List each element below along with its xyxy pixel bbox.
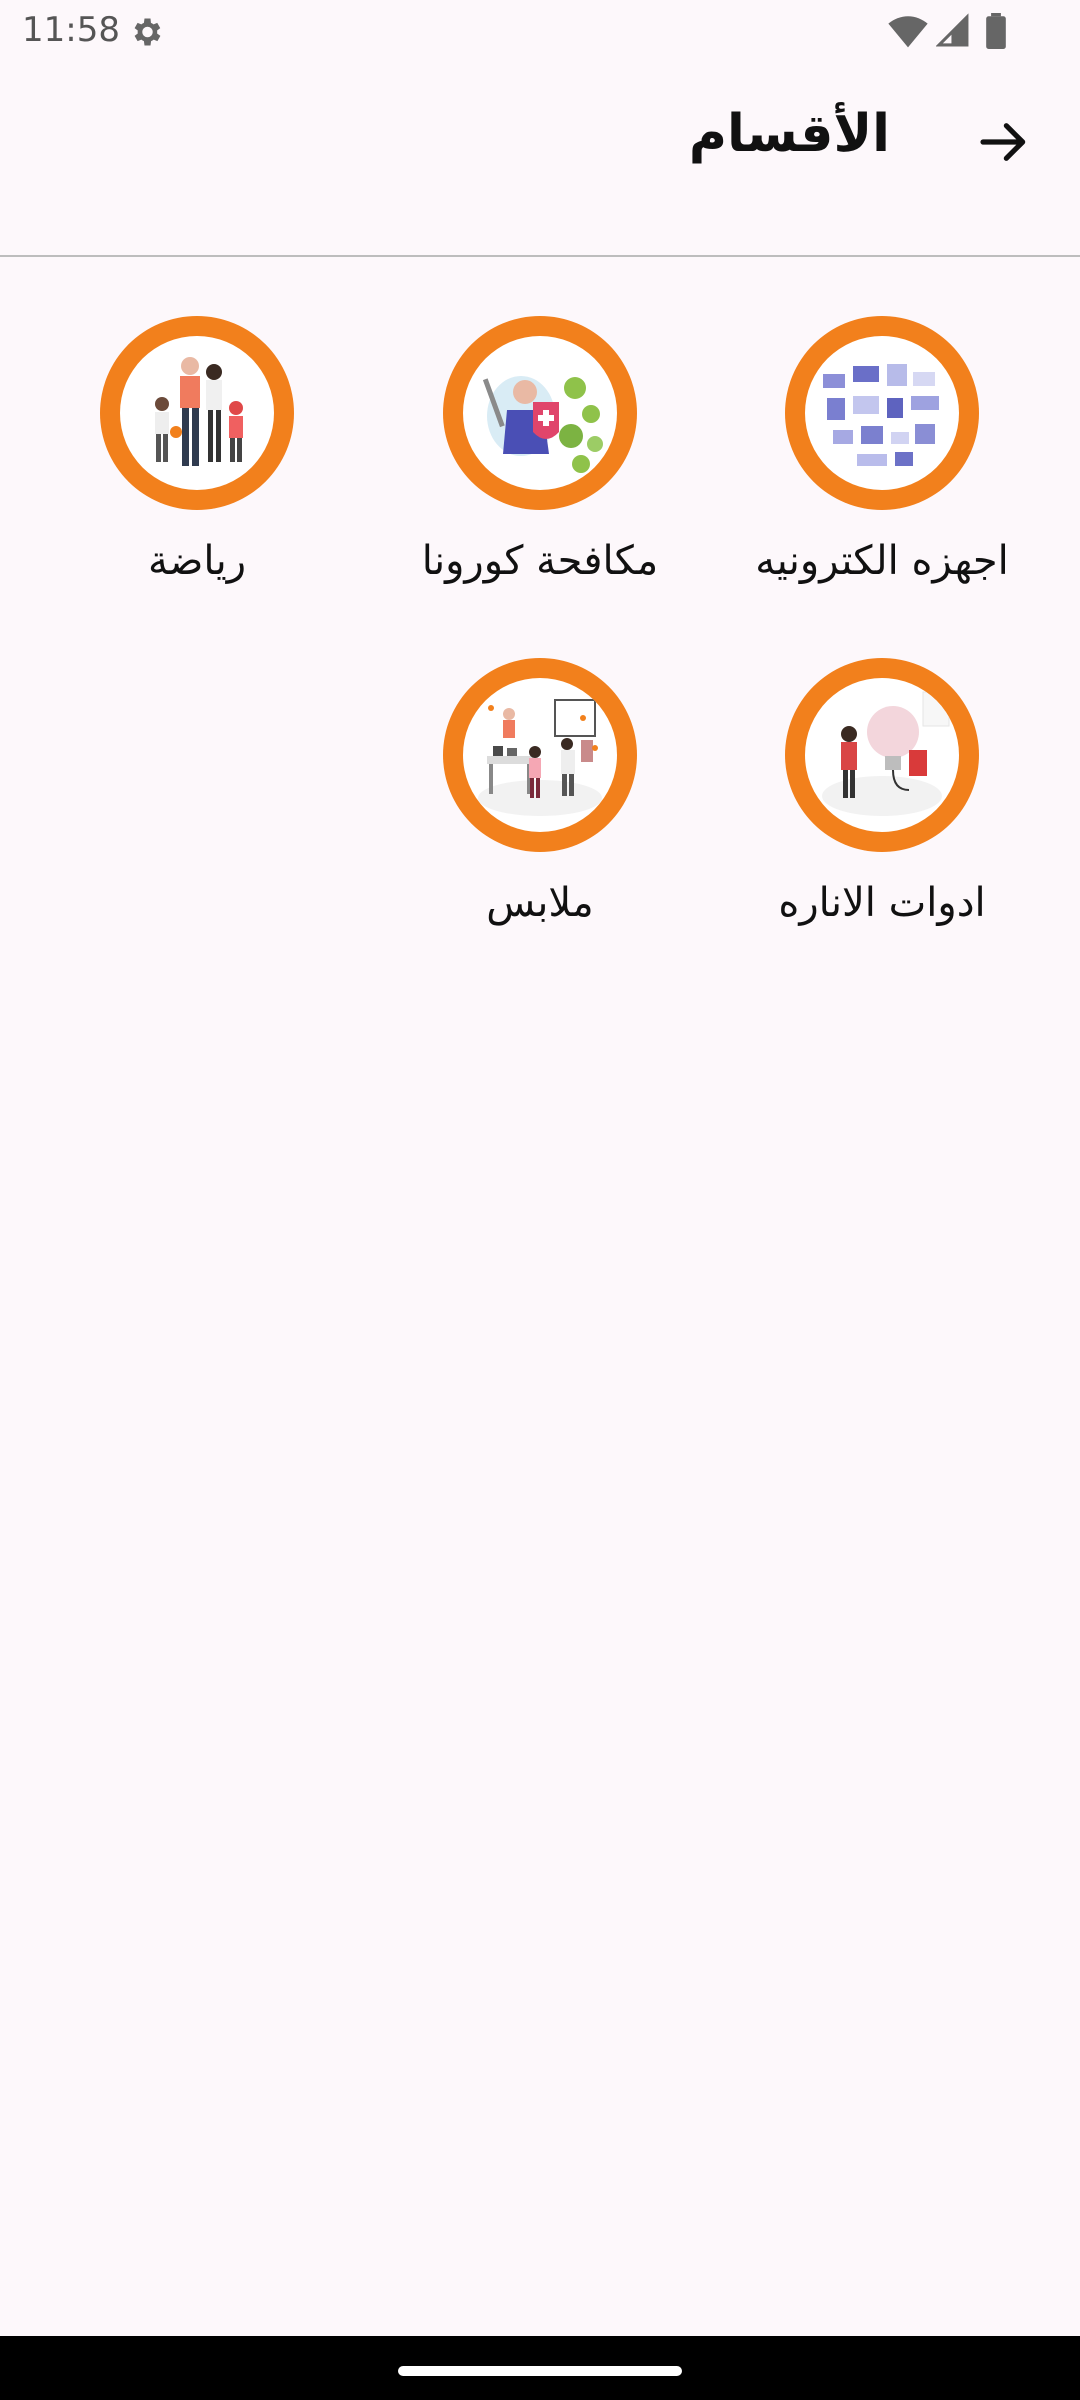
category-image-frame — [443, 658, 637, 852]
electronics-illustration — [823, 364, 939, 466]
status-bar: 11:58 — [0, 0, 1080, 62]
sports-family-illustration — [155, 357, 243, 466]
clothes-shop-illustration — [478, 699, 602, 816]
signal-icon — [936, 13, 969, 47]
category-label: مكافحة كورونا — [421, 538, 659, 584]
page-title: الأقسام — [688, 104, 890, 164]
battery-icon — [986, 13, 1006, 49]
lighting-bulb-illustration — [822, 691, 950, 816]
category-image-frame — [785, 316, 979, 510]
arrow-right-icon[interactable] — [976, 114, 1032, 170]
category-label: اجهزه الكترونيه — [755, 538, 1009, 584]
category-image-frame — [443, 316, 637, 510]
category-lighting[interactable]: ادوات الاناره — [717, 658, 1047, 958]
header-divider — [0, 255, 1080, 257]
category-label: رياضة — [147, 538, 247, 584]
category-electronics[interactable]: اجهزه الكترونيه — [717, 316, 1047, 616]
category-label: ادوات الاناره — [778, 880, 986, 926]
category-corona[interactable]: مكافحة كورونا — [375, 316, 705, 616]
corona-fight-illustration — [482, 376, 603, 473]
category-image-frame — [100, 316, 294, 510]
wifi-icon — [888, 16, 928, 48]
status-time: 11:58 — [22, 10, 120, 50]
system-nav-bar — [0, 2336, 1080, 2400]
home-gesture-handle[interactable] — [398, 2366, 682, 2376]
category-label: ملابس — [486, 880, 594, 926]
category-image-frame — [785, 658, 979, 852]
gear-icon — [134, 18, 161, 46]
app-bar: الأقسام — [0, 62, 1080, 256]
category-clothes[interactable]: ملابس — [375, 658, 705, 958]
category-sports[interactable]: رياضة — [32, 316, 362, 616]
